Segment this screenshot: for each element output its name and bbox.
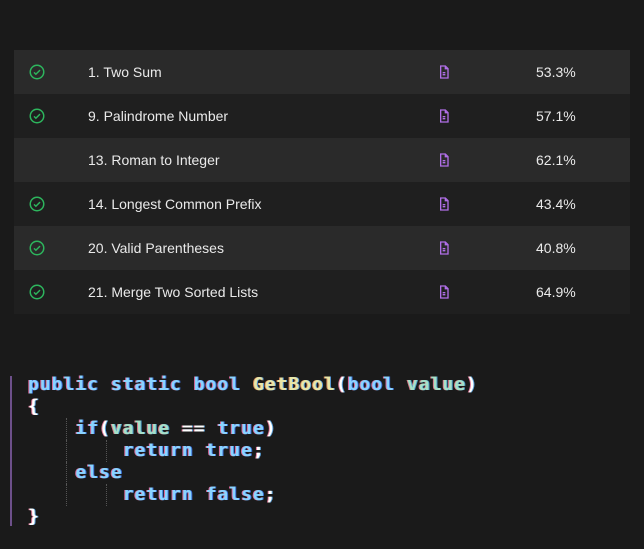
solution-doc-icon[interactable] — [436, 239, 452, 257]
code-line: returnreturnreturn truetruetrue;;; — [28, 440, 478, 462]
code-gutter — [8, 374, 16, 528]
problem-title-link[interactable]: 13. Roman to Integer — [88, 152, 436, 168]
code-token: publicpublicpublic — [28, 374, 99, 396]
code-token: ififif — [75, 418, 99, 440]
solved-check-icon — [28, 63, 46, 81]
problem-row: 1. Two Sum 53.3% — [14, 50, 630, 94]
code-line: publicpublicpublic staticstaticstatic bo… — [28, 374, 478, 396]
code-token: valuevaluevalue — [407, 374, 466, 396]
solution-cell — [436, 63, 536, 81]
solved-check-icon — [28, 107, 46, 125]
problem-row: 9. Palindrome Number 57.1% — [14, 94, 630, 138]
code-line: }}} — [28, 506, 478, 528]
code-token: staticstaticstatic — [111, 374, 182, 396]
code-line: ififif(((valuevaluevalue ====== truetrue… — [28, 418, 478, 440]
code-token: returnreturnreturn — [123, 440, 194, 462]
problem-list: 1. Two Sum 53.3% 9. Palindrome Number 57.1%… — [0, 0, 644, 314]
code-token: falsefalsefalse — [206, 484, 265, 506]
solution-doc-icon[interactable] — [436, 151, 452, 169]
solution-cell — [436, 239, 536, 257]
code-token: ))) — [265, 418, 277, 440]
solved-check-icon — [28, 283, 46, 301]
problem-row: 13. Roman to Integer 62.1% — [14, 138, 630, 182]
code-token: valuevaluevalue — [111, 418, 170, 440]
code-token: boolboolbool — [348, 374, 395, 396]
solved-check-icon — [28, 195, 46, 213]
solution-cell — [436, 283, 536, 301]
problem-row: 21. Merge Two Sorted Lists 64.9% — [14, 270, 630, 314]
code-token: {{{ — [28, 396, 40, 418]
code-token: ====== — [182, 418, 206, 440]
acceptance-cell: 53.3% — [536, 64, 616, 80]
status-cell — [28, 63, 88, 81]
status-cell — [28, 239, 88, 257]
code-token: truetruetrue — [206, 440, 253, 462]
status-cell — [28, 107, 88, 125]
solution-doc-icon[interactable] — [436, 195, 452, 213]
solution-cell — [436, 151, 536, 169]
code-body: publicpublicpublic staticstaticstatic bo… — [28, 374, 478, 528]
status-cell — [28, 283, 88, 301]
acceptance-cell: 64.9% — [536, 284, 616, 300]
code-token: boolboolbool — [194, 374, 241, 396]
solved-check-icon — [28, 239, 46, 257]
code-snippet: publicpublicpublic staticstaticstatic bo… — [0, 354, 644, 528]
code-token: ;;; — [265, 484, 277, 506]
solution-cell — [436, 107, 536, 125]
code-token: elseelseelse — [75, 462, 122, 484]
problem-title-link[interactable]: 1. Two Sum — [88, 64, 436, 80]
acceptance-cell: 40.8% — [536, 240, 616, 256]
acceptance-cell: 43.4% — [536, 196, 616, 212]
solution-doc-icon[interactable] — [436, 283, 452, 301]
code-token: ))) — [466, 374, 478, 396]
problem-title-link[interactable]: 14. Longest Common Prefix — [88, 196, 436, 212]
problem-row: 20. Valid Parentheses 40.8% — [14, 226, 630, 270]
code-token: }}} — [28, 506, 40, 528]
solution-doc-icon[interactable] — [436, 107, 452, 125]
status-cell — [28, 195, 88, 213]
problem-title-link[interactable]: 9. Palindrome Number — [88, 108, 436, 124]
problem-title-link[interactable]: 20. Valid Parentheses — [88, 240, 436, 256]
code-token: truetruetrue — [217, 418, 264, 440]
code-token: returnreturnreturn — [123, 484, 194, 506]
problem-title-link[interactable]: 21. Merge Two Sorted Lists — [88, 284, 436, 300]
code-line: {{{ — [28, 396, 478, 418]
acceptance-cell: 57.1% — [536, 108, 616, 124]
problem-row: 14. Longest Common Prefix 43.4% — [14, 182, 630, 226]
code-token: GetBoolGetBoolGetBool — [253, 374, 336, 396]
code-line: elseelseelse — [28, 462, 478, 484]
solution-doc-icon[interactable] — [436, 63, 452, 81]
code-token: ;;; — [253, 440, 265, 462]
code-line: returnreturnreturn falsefalsefalse;;; — [28, 484, 478, 506]
acceptance-cell: 62.1% — [536, 152, 616, 168]
solution-cell — [436, 195, 536, 213]
